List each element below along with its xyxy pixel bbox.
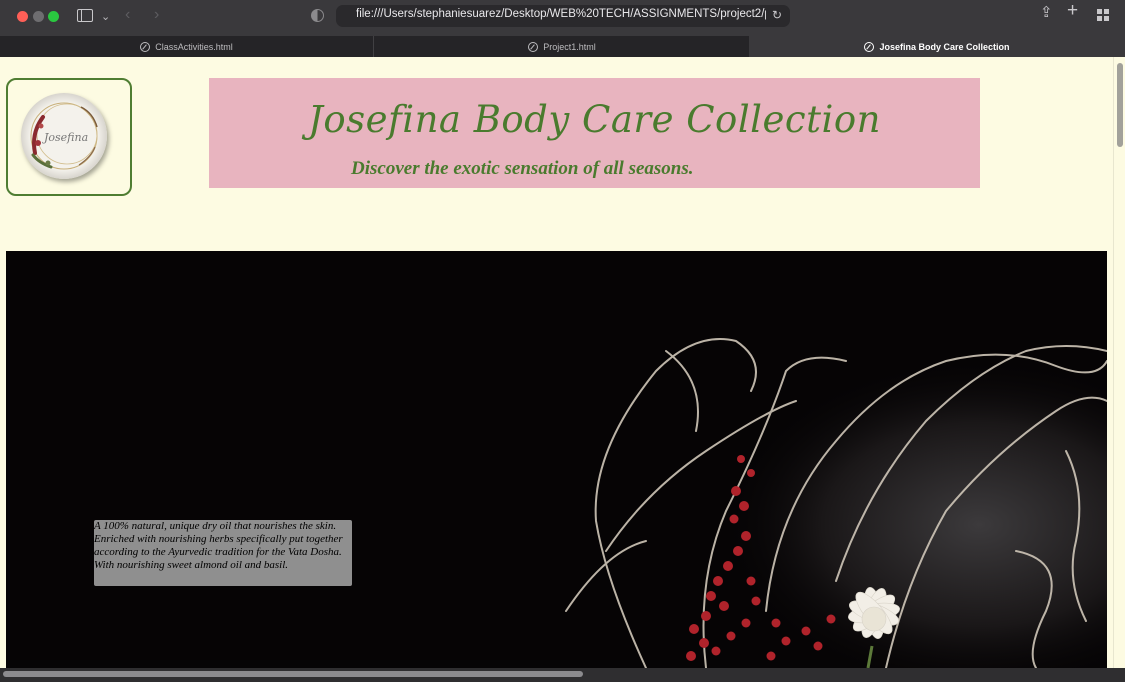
- close-window-button[interactable]: [17, 11, 28, 22]
- tab-label: ClassActivities.html: [155, 41, 233, 52]
- header-banner: Josefina Body Care Collection Discover t…: [209, 78, 980, 188]
- sidebar-icon[interactable]: [77, 9, 93, 22]
- share-icon[interactable]: ⇪: [1040, 5, 1053, 20]
- wreath-icon: Josefina: [30, 102, 98, 170]
- url-text[interactable]: file:///Users/stephaniesuarez/Desktop/WE…: [356, 8, 766, 20]
- forward-icon[interactable]: ›: [154, 7, 159, 23]
- tab-josefina-active[interactable]: Josefina Body Care Collection: [749, 36, 1125, 57]
- browser-toolbar: ⌄ ‹ › file:///Users/stephaniesuarez/Desk…: [0, 0, 1125, 36]
- compass-icon: [864, 41, 875, 52]
- hero-image: A 100% natural, unique dry oil that nour…: [6, 251, 1107, 668]
- tab-label: Josefina Body Care Collection: [879, 41, 1010, 52]
- privacy-shield-icon[interactable]: [311, 9, 324, 22]
- web-page: Josefina Josefina Body Care Collection D…: [0, 57, 1113, 668]
- tab-bar: ClassActivities.html Project1.html Josef…: [0, 36, 1125, 57]
- reload-icon[interactable]: ↻: [772, 8, 782, 22]
- new-tab-icon[interactable]: +: [1067, 1, 1078, 20]
- zoom-window-button[interactable]: [48, 11, 59, 22]
- horizontal-scrollbar[interactable]: [0, 668, 1125, 682]
- address-bar[interactable]: file:///Users/stephaniesuarez/Desktop/WE…: [336, 5, 790, 27]
- tab-overview-icon[interactable]: [1097, 9, 1109, 21]
- compass-icon: [528, 41, 539, 52]
- page-subtitle: Discover the exotic sensation of all sea…: [351, 158, 694, 179]
- chevron-down-icon[interactable]: ⌄: [101, 10, 110, 24]
- vertical-scrollbar[interactable]: [1113, 57, 1125, 668]
- minimize-window-button[interactable]: [33, 11, 44, 22]
- logo-frame[interactable]: Josefina: [6, 78, 132, 196]
- product-description: A 100% natural, unique dry oil that nour…: [94, 520, 352, 586]
- tab-label: Project1.html: [543, 41, 596, 52]
- svg-text:Josefina: Josefina: [42, 131, 88, 144]
- page-title: Josefina Body Care Collection: [308, 98, 881, 141]
- branches-flower-photo: [6, 251, 1107, 668]
- compass-icon: [140, 41, 151, 52]
- vertical-scroll-thumb[interactable]: [1117, 63, 1123, 147]
- tab-project1[interactable]: Project1.html: [375, 36, 749, 57]
- back-icon[interactable]: ‹: [125, 7, 130, 23]
- logo-image: Josefina: [21, 93, 107, 179]
- horizontal-scroll-thumb[interactable]: [3, 671, 583, 677]
- tab-class-activities[interactable]: ClassActivities.html: [0, 36, 374, 57]
